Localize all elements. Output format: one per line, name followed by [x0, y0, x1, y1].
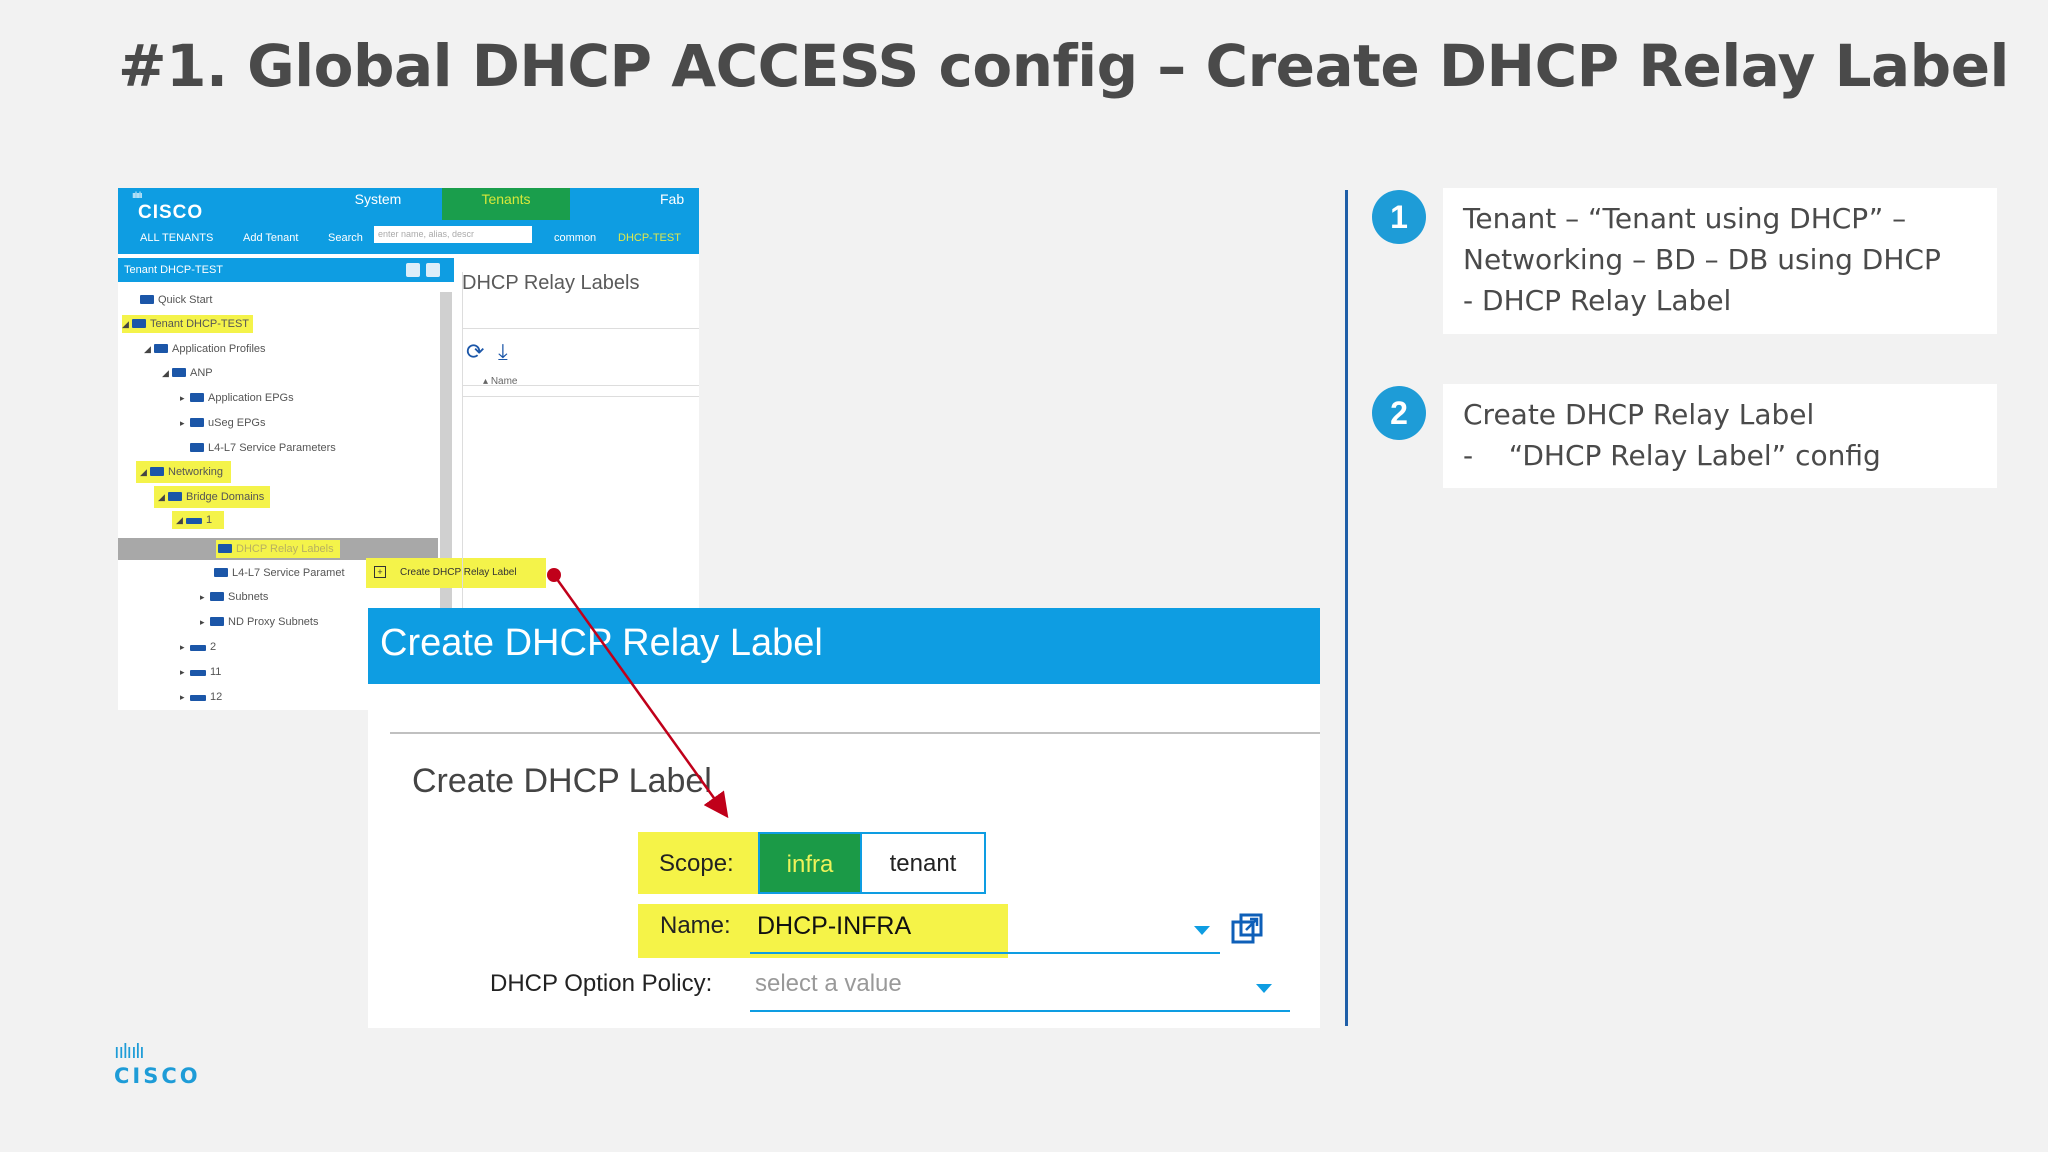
tenant-subnav: ALL TENANTS Add Tenant Search enter name…: [118, 222, 699, 250]
cisco-logo-bars: ıılıılı: [132, 190, 142, 200]
create-relay-label-dialog: Create DHCP Relay Label Create DHCP Labe…: [368, 608, 1320, 1028]
column-divider: [462, 396, 699, 397]
tree-item-useg-epgs[interactable]: ▸ uSeg EPGs: [180, 414, 265, 432]
step-2-badge: 2: [1372, 386, 1426, 440]
footer-logo-bars: ıılıılı: [114, 1041, 145, 1063]
step-2-line-1: Create DHCP Relay Label: [1463, 398, 1815, 431]
scope-infra-button[interactable]: infra: [758, 832, 862, 894]
option-policy-dropdown-icon[interactable]: [1256, 984, 1272, 993]
open-external-icon[interactable]: [1230, 912, 1264, 946]
dialog-header: Create DHCP Relay Label: [368, 608, 1320, 684]
tenant-search-input[interactable]: enter name, alias, descr: [374, 226, 532, 243]
refresh-icon[interactable]: ⟳: [466, 339, 484, 365]
tree-item-app-profiles[interactable]: ◢ Application Profiles: [144, 340, 266, 358]
name-input[interactable]: DHCP-INFRA: [757, 912, 911, 941]
common-tenant-link[interactable]: common: [554, 232, 596, 244]
download-icon[interactable]: ⤓: [498, 339, 508, 365]
tree-item-quick-start[interactable]: Quick Start: [140, 291, 212, 309]
apic-top-bar: ıılıılı CISCO System Tenants Fab ALL TEN…: [118, 188, 699, 254]
tree-panel-header: Tenant DHCP-TEST: [118, 258, 454, 282]
tree-item-bd-11[interactable]: ▸ 11: [180, 663, 221, 681]
vertical-divider: [1345, 190, 1348, 1026]
tab-fabric[interactable]: Fab: [660, 188, 699, 220]
scope-tenant-button[interactable]: tenant: [862, 832, 986, 894]
add-tenant-link[interactable]: Add Tenant: [243, 232, 298, 244]
step-1-line-1: Tenant – “Tenant using DHCP” –: [1463, 202, 1907, 235]
tree-item-bd-2[interactable]: ▸ 2: [180, 638, 216, 656]
tree-item-tenant[interactable]: ◢ Tenant DHCP-TEST: [122, 315, 254, 333]
tree-item-subnets[interactable]: ▸ Subnets: [200, 588, 268, 606]
option-policy-underline: [750, 1010, 1290, 1012]
step-1-line-3: - DHCP Relay Label: [1463, 284, 1732, 317]
tree-item-bd-12[interactable]: ▸ 12: [180, 688, 222, 706]
step-2-box: Create DHCP Relay Label - “DHCP Relay La…: [1443, 384, 1997, 488]
create-icon: +: [374, 566, 386, 578]
step-1-line-2: Networking – BD – DB using DHCP: [1463, 243, 1941, 276]
dialog-title: Create DHCP Relay Label: [380, 622, 823, 664]
option-policy-select[interactable]: select a value: [755, 970, 902, 998]
tree-item-bd-1[interactable]: ◢ 1: [172, 511, 225, 529]
all-tenants-link[interactable]: ALL TENANTS: [140, 232, 213, 244]
slide-title: #1. Global DHCP ACCESS config – Create D…: [118, 32, 2009, 100]
cisco-logo-word: CISCO: [138, 202, 204, 223]
collapse-icon[interactable]: [406, 263, 420, 277]
relay-labels-title: DHCP Relay Labels: [462, 272, 640, 294]
dhcp-test-tenant-link[interactable]: DHCP-TEST: [618, 232, 681, 244]
tab-tenants[interactable]: Tenants: [442, 188, 570, 220]
name-dropdown-icon[interactable]: [1194, 926, 1210, 935]
footer-logo-word: CISCO: [114, 1064, 201, 1088]
tree-header-title: Tenant DHCP-TEST: [124, 264, 224, 276]
name-input-underline: [750, 952, 1220, 954]
create-relay-label-menu-item[interactable]: + Create DHCP Relay Label: [366, 558, 546, 588]
dialog-section-title: Create DHCP Label: [412, 762, 712, 800]
tab-system[interactable]: System: [314, 188, 442, 220]
tree-item-l4l7-params[interactable]: L4-L7 Service Parameters: [190, 439, 336, 457]
option-policy-label: DHCP Option Policy:: [490, 970, 713, 997]
tree-item-anp[interactable]: ◢ ANP: [162, 364, 213, 382]
name-column-header[interactable]: ▴ Name: [483, 376, 518, 387]
step-1-box: Tenant – “Tenant using DHCP” – Networkin…: [1443, 188, 1997, 334]
name-label: Name:: [660, 912, 731, 939]
step-2-line-2: - “DHCP Relay Label” config: [1463, 439, 1881, 472]
dialog-separator: [390, 732, 1320, 734]
scope-label: Scope:: [659, 850, 734, 877]
search-label: Search: [328, 232, 363, 244]
tree-item-nd-proxy-subnets[interactable]: ▸ ND Proxy Subnets: [200, 613, 318, 631]
step-1-badge: 1: [1372, 190, 1426, 244]
footer-cisco-logo: ıılıılı CISCO: [114, 1042, 201, 1088]
settings-icon[interactable]: [426, 263, 440, 277]
tree-item-networking[interactable]: ◢ Networking: [136, 461, 232, 483]
tree-item-dhcp-relay-labels[interactable]: DHCP Relay Labels: [216, 540, 340, 558]
tree-item-app-epgs[interactable]: ▸ Application EPGs: [180, 389, 294, 407]
tree-item-bridge-domains[interactable]: ◢ Bridge Domains: [154, 486, 271, 508]
tree-item-l4l7-params-bd[interactable]: L4-L7 Service Paramet: [214, 564, 345, 582]
